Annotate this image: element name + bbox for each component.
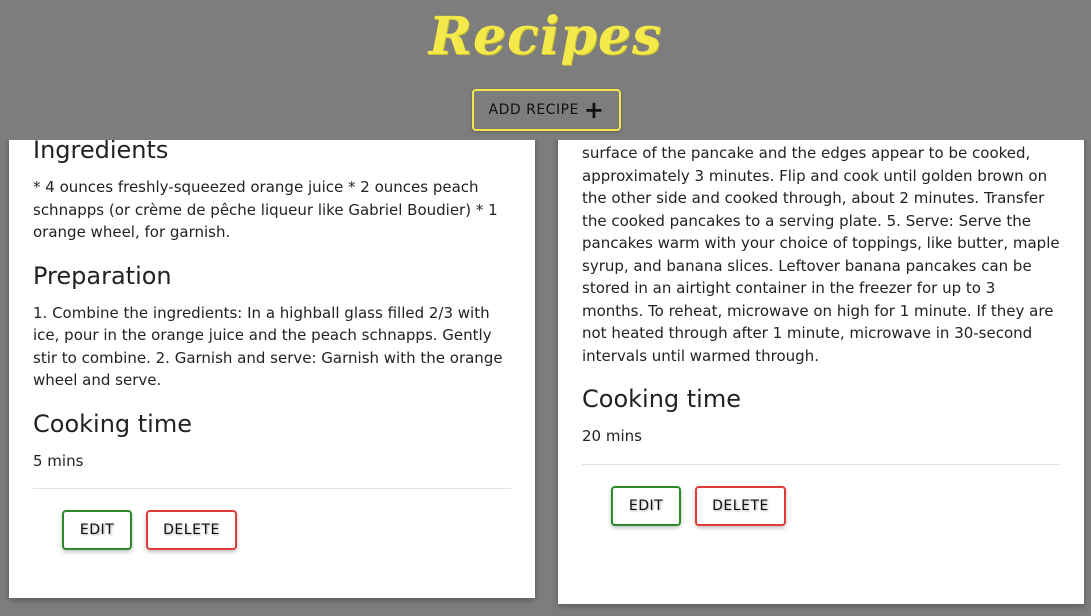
preparation-text: pancakes, without their edges touching, … [582, 100, 1060, 365]
card-actions: EDIT DELETE [582, 465, 1060, 545]
recipe-card-content: pancakes, without their edges touching, … [582, 100, 1060, 545]
plus-icon: + [583, 96, 605, 124]
edit-button[interactable]: EDIT [62, 510, 132, 550]
preparation-heading: Preparation [33, 261, 172, 290]
cooking-time-heading: Cooking time [582, 385, 741, 413]
app-title: Recipes [428, 6, 663, 67]
delete-button[interactable]: DELETE [146, 510, 237, 550]
preparation-text: 1. Combine the ingredients: In a highbal… [33, 303, 503, 390]
add-recipe-label: ADD RECIPE [488, 102, 579, 118]
cooking-time-heading: Cooking time [33, 409, 192, 438]
cooking-time-value: 5 mins [33, 451, 84, 470]
app-header: Recipes ADD RECIPE + [0, 0, 1091, 140]
recipe-card-content: Ingredients * 4 ounces freshly-squeezed … [33, 134, 511, 569]
edit-button[interactable]: EDIT [611, 485, 681, 526]
ingredients-text: * 4 ounces freshly-squeezed orange juice… [33, 178, 498, 241]
recipe-card: pancakes, without their edges touching, … [558, 100, 1084, 604]
card-actions: EDIT DELETE [33, 489, 511, 569]
recipe-card: Ingredients * 4 ounces freshly-squeezed … [9, 100, 535, 598]
add-recipe-button[interactable]: ADD RECIPE + [472, 89, 621, 131]
cooking-time-value: 20 mins [582, 427, 642, 445]
delete-button[interactable]: DELETE [695, 485, 786, 526]
